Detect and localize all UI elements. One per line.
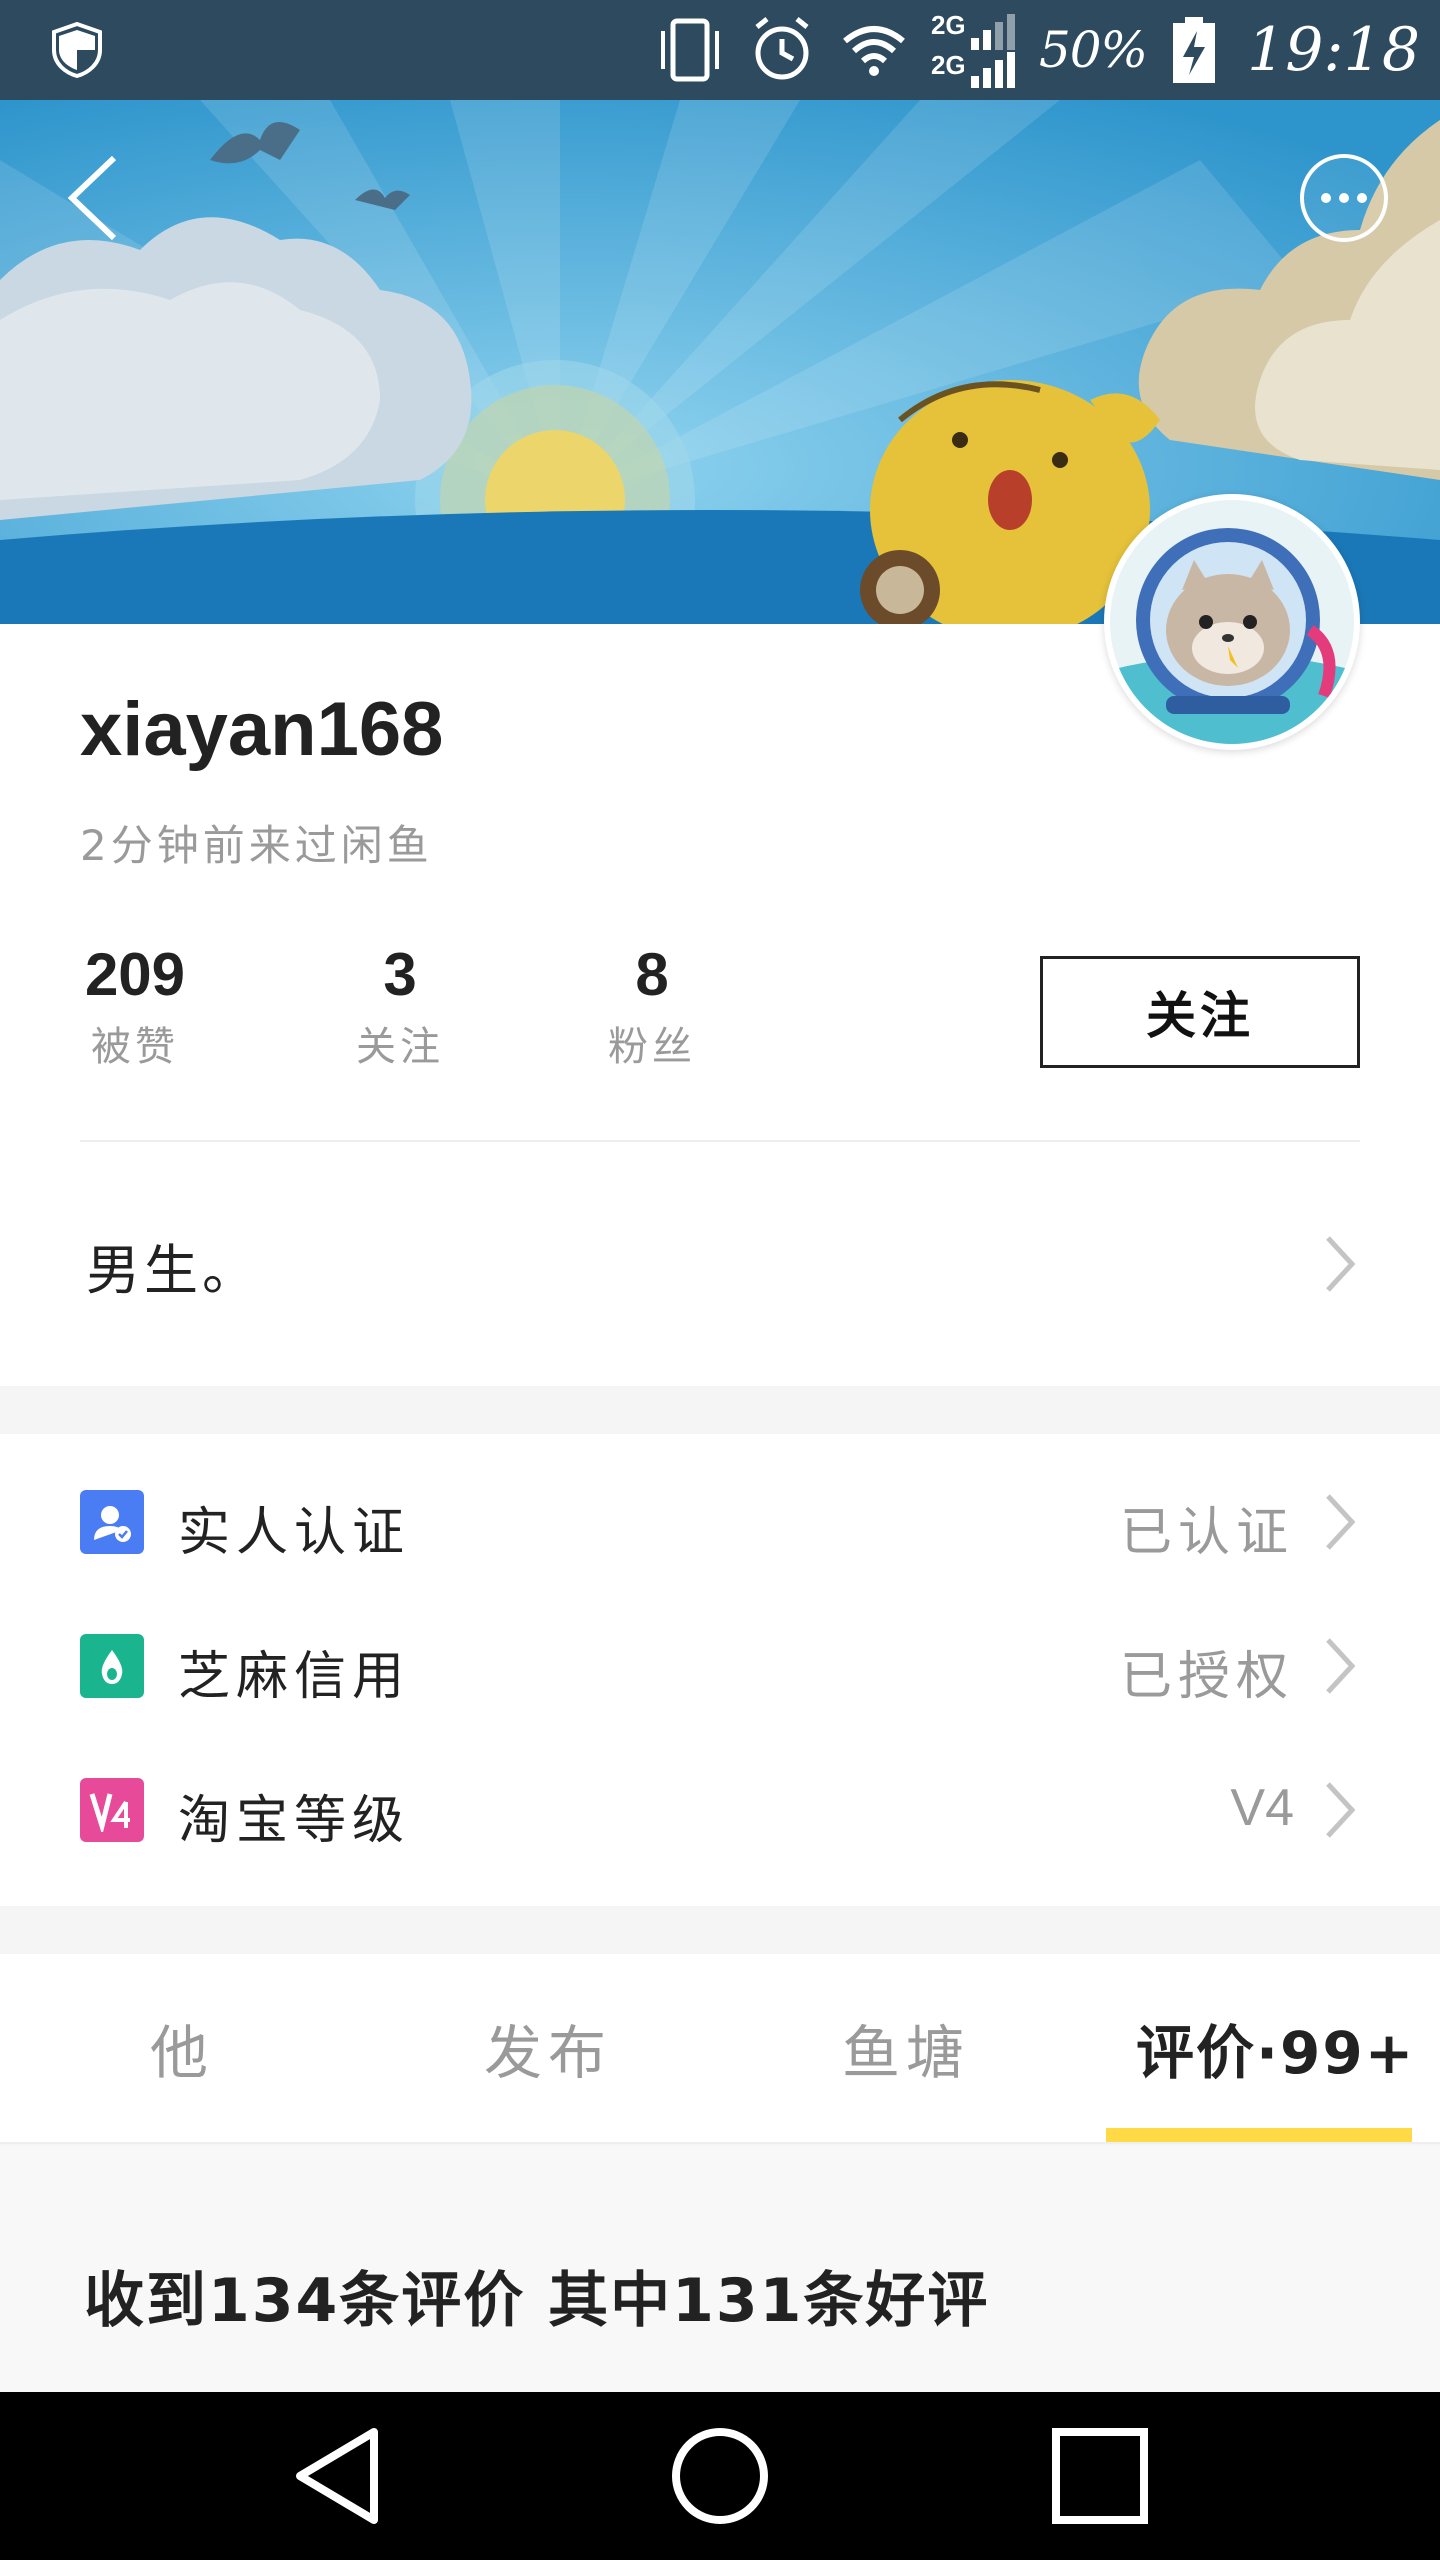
- username: xiayan168: [80, 687, 444, 772]
- stat-following-value: 3: [383, 941, 417, 1008]
- tab-reviews[interactable]: 评价·99+: [1136, 2006, 1415, 2090]
- verification-label: 实人认证: [178, 1503, 411, 1563]
- reviews-summary: 收到134条评价 其中131条好评: [84, 2266, 990, 2336]
- sesame-drop-icon: [80, 1634, 144, 1698]
- active-tab-indicator: [1106, 2128, 1412, 2142]
- battery-charging-icon: [1173, 17, 1216, 83]
- last-seen-text: 2分钟前来过闲鱼: [80, 821, 433, 870]
- nav-recents-button[interactable]: [1050, 2426, 1150, 2526]
- stat-likes-label: 被赞: [91, 1024, 179, 1070]
- chevron-right-icon: [1326, 1638, 1356, 1694]
- reviews-section: 收到134条评价 其中131条好评: [0, 2146, 1440, 2392]
- verification-status: V4: [1230, 1779, 1294, 1837]
- nav-home-button[interactable]: [670, 2426, 770, 2526]
- verification-status: 已认证: [1119, 1503, 1294, 1563]
- level-v4-icon: [80, 1778, 144, 1842]
- verification-row-sesame-credit[interactable]: 芝麻信用 已授权: [0, 1594, 1440, 1738]
- tab-fish-pond[interactable]: 鱼塘: [842, 2006, 970, 2090]
- stat-following-label: 关注: [356, 1024, 444, 1070]
- person-verified-icon: [80, 1490, 144, 1554]
- network-type-label: 2G: [930, 10, 966, 40]
- system-nav-bar: [0, 2392, 1440, 2560]
- status-bar: 2G 2G 50% 19:18: [0, 0, 1440, 100]
- verification-label: 淘宝等级: [178, 1791, 411, 1851]
- clock: 19:18: [1247, 15, 1420, 85]
- follow-button[interactable]: 关注: [1040, 956, 1360, 1068]
- alarm-icon: [755, 17, 809, 80]
- stat-followers-label: 粉丝: [608, 1024, 696, 1070]
- avatar[interactable]: [1104, 494, 1360, 750]
- signal-icon: 2G 2G: [931, 10, 1017, 90]
- shield-icon: [52, 22, 102, 78]
- chevron-right-icon: [1326, 1236, 1356, 1292]
- bio-text: 男生。: [86, 1239, 260, 1302]
- network-type-label: 2G: [930, 50, 966, 80]
- stat-likes-value: 209: [84, 941, 186, 1008]
- verification-row-real-name[interactable]: 实人认证 已认证: [0, 1450, 1440, 1594]
- tab-him[interactable]: 他: [150, 2006, 214, 2090]
- battery-percent: 50%: [1038, 21, 1148, 79]
- vibrate-icon: [660, 18, 719, 82]
- back-button[interactable]: [62, 148, 132, 248]
- stat-followers-value: 8: [635, 941, 669, 1008]
- nav-back-button[interactable]: [290, 2426, 390, 2526]
- wifi-icon: [843, 26, 905, 76]
- stat-followers[interactable]: 8 粉丝: [600, 942, 704, 1072]
- verification-status: 已授权: [1119, 1647, 1294, 1707]
- stat-following[interactable]: 3 关注: [348, 942, 452, 1072]
- stat-likes[interactable]: 209 被赞: [80, 942, 190, 1072]
- bio-row[interactable]: 男生。: [0, 1142, 1440, 1386]
- verification-label: 芝麻信用: [178, 1647, 411, 1707]
- profile-tabs: 他 发布 鱼塘 评价·99+: [0, 1954, 1440, 2144]
- verification-row-taobao-level[interactable]: 淘宝等级 V4: [0, 1738, 1440, 1882]
- verification-list: 实人认证 已认证 芝麻信用 已授权 淘宝等级 V4: [0, 1434, 1440, 1906]
- more-button[interactable]: [1298, 152, 1390, 244]
- chevron-right-icon: [1326, 1494, 1356, 1550]
- avatar-image: [1110, 500, 1354, 744]
- tab-posts[interactable]: 发布: [484, 2006, 612, 2090]
- chevron-right-icon: [1326, 1782, 1356, 1838]
